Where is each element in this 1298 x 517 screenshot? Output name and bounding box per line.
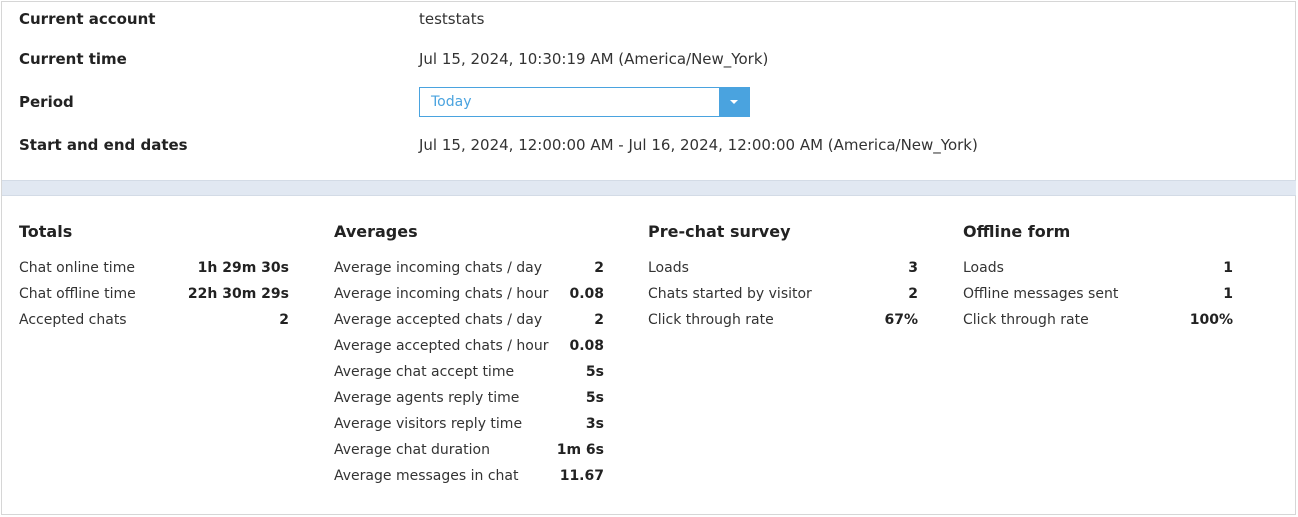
stat-label: Average visitors reply time — [334, 416, 523, 432]
stat-value: 2 — [908, 286, 918, 302]
start-end-dates-label: Start and end dates — [19, 136, 188, 154]
pre-chat-survey-section: Pre-chat survey Loads 3 Chats started by … — [648, 222, 918, 338]
section-title: Totals — [19, 222, 73, 241]
stat-label: Average chat duration — [334, 442, 490, 458]
stat-value: 2 — [594, 260, 604, 276]
stat-row: Average visitors reply time 3s — [334, 416, 604, 442]
stat-row: Click through rate 67% — [648, 312, 918, 338]
stat-row: Loads 3 — [648, 260, 918, 286]
stat-value: 0.08 — [569, 338, 604, 354]
stat-value: 67% — [884, 312, 918, 328]
section-title: Averages — [334, 222, 418, 241]
stat-value: 1m 6s — [556, 442, 604, 458]
stat-value: 1h 29m 30s — [197, 260, 289, 276]
stat-row: Average chat duration 1m 6s — [334, 442, 604, 468]
stat-row: Average accepted chats / day 2 — [334, 312, 604, 338]
chevron-down-icon — [730, 100, 738, 104]
stat-value: 2 — [279, 312, 289, 328]
stat-label: Chat offline time — [19, 286, 136, 302]
stat-label: Chat online time — [19, 260, 135, 276]
totals-section: Totals Chat online time 1h 29m 30s Chat o… — [19, 222, 289, 338]
stat-row: Average accepted chats / hour 0.08 — [334, 338, 604, 364]
current-account-label: Current account — [19, 10, 156, 28]
stat-row: Chats started by visitor 2 — [648, 286, 918, 312]
stat-row: Offline messages sent 1 — [963, 286, 1233, 312]
stat-row: Chat online time 1h 29m 30s — [19, 260, 289, 286]
stat-label: Average messages in chat — [334, 468, 519, 484]
stat-label: Average accepted chats / day — [334, 312, 543, 328]
offline-form-section: Offline form Loads 1 Offline messages sen… — [963, 222, 1233, 338]
stat-label: Average incoming chats / hour — [334, 286, 549, 302]
stat-row: Average chat accept time 5s — [334, 364, 604, 390]
stat-label: Average agents reply time — [334, 390, 520, 406]
stat-value: 2 — [594, 312, 604, 328]
stat-value: 22h 30m 29s — [187, 286, 289, 302]
stat-label: Chats started by visitor — [648, 286, 812, 302]
stat-label: Average incoming chats / day — [334, 260, 543, 276]
period-select-value: Today — [431, 94, 472, 110]
stat-label: Click through rate — [648, 312, 774, 328]
stat-value: 100% — [1189, 312, 1233, 328]
period-select[interactable]: Today — [419, 87, 750, 117]
stat-value: 5s — [585, 390, 604, 406]
stat-label: Loads — [648, 260, 689, 276]
current-account-value: teststats — [419, 10, 485, 28]
stat-value: 3s — [585, 416, 604, 432]
stat-row: Average incoming chats / hour 0.08 — [334, 286, 604, 312]
stat-value: 3 — [908, 260, 918, 276]
stat-row: Average incoming chats / day 2 — [334, 260, 604, 286]
period-label: Period — [19, 93, 74, 111]
stat-label: Average accepted chats / hour — [334, 338, 549, 354]
start-end-dates-value: Jul 15, 2024, 12:00:00 AM - Jul 16, 2024… — [419, 136, 978, 154]
stat-row: Average agents reply time 5s — [334, 390, 604, 416]
stat-label: Accepted chats — [19, 312, 127, 328]
stat-label: Loads — [963, 260, 1004, 276]
stat-row: Chat offline time 22h 30m 29s — [19, 286, 289, 312]
current-time-label: Current time — [19, 50, 127, 68]
section-title: Pre-chat survey — [648, 222, 791, 241]
stat-row: Loads 1 — [963, 260, 1233, 286]
averages-section: Averages Average incoming chats / day 2 A… — [334, 222, 604, 494]
stat-value: 1 — [1223, 260, 1233, 276]
stat-row: Accepted chats 2 — [19, 312, 289, 338]
stat-label: Average chat accept time — [334, 364, 515, 380]
stat-value: 1 — [1223, 286, 1233, 302]
stat-value: 5s — [585, 364, 604, 380]
current-time-value: Jul 15, 2024, 10:30:19 AM (America/New_Y… — [419, 50, 769, 68]
stat-row: Click through rate 100% — [963, 312, 1233, 338]
stat-row: Average messages in chat 11.67 — [334, 468, 604, 494]
section-title: Offline form — [963, 222, 1071, 241]
period-dropdown-button[interactable] — [719, 88, 749, 116]
stat-label: Click through rate — [963, 312, 1089, 328]
stat-label: Offline messages sent — [963, 286, 1119, 302]
section-divider — [2, 180, 1296, 196]
stat-value: 0.08 — [569, 286, 604, 302]
stat-value: 11.67 — [559, 468, 604, 484]
